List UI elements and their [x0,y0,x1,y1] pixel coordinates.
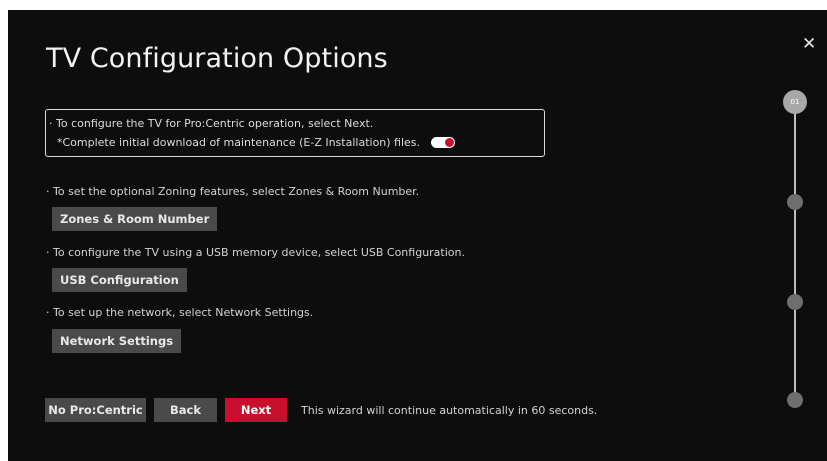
stepper-step-2 [787,194,803,210]
maintenance-download-toggle[interactable] [431,137,455,148]
stepper-step-3 [787,294,803,310]
notice-line-1: · To configure the TV for Pro:Centric op… [49,117,374,130]
usb-configuration-button[interactable]: USB Configuration [52,268,187,292]
network-settings-button[interactable]: Network Settings [52,329,182,353]
toggle-knob [445,138,454,147]
no-procentric-button[interactable]: No Pro:Centric [45,398,146,422]
usb-description: · To configure the TV using a USB memory… [46,246,465,259]
network-description: · To set up the network, select Network … [46,306,314,319]
zones-description: · To set the optional Zoning features, s… [46,185,420,198]
notice-line-2: *Complete initial download of maintenanc… [57,136,421,149]
procentric-notice-box: · To configure the TV for Pro:Centric op… [45,109,545,157]
close-icon[interactable]: ✕ [802,34,816,54]
back-button[interactable]: Back [154,398,217,422]
stepper-step-4 [787,392,803,408]
auto-continue-message: This wizard will continue automatically … [301,404,598,417]
next-button[interactable]: Next [225,398,287,422]
zones-room-number-button[interactable]: Zones & Room Number [52,207,218,231]
page-title: TV Configuration Options [46,43,388,74]
stepper-step-1: 01 [783,90,807,114]
tv-screen: TV Configuration Options ✕ · To configur… [8,10,827,461]
stepper-track [794,102,796,402]
